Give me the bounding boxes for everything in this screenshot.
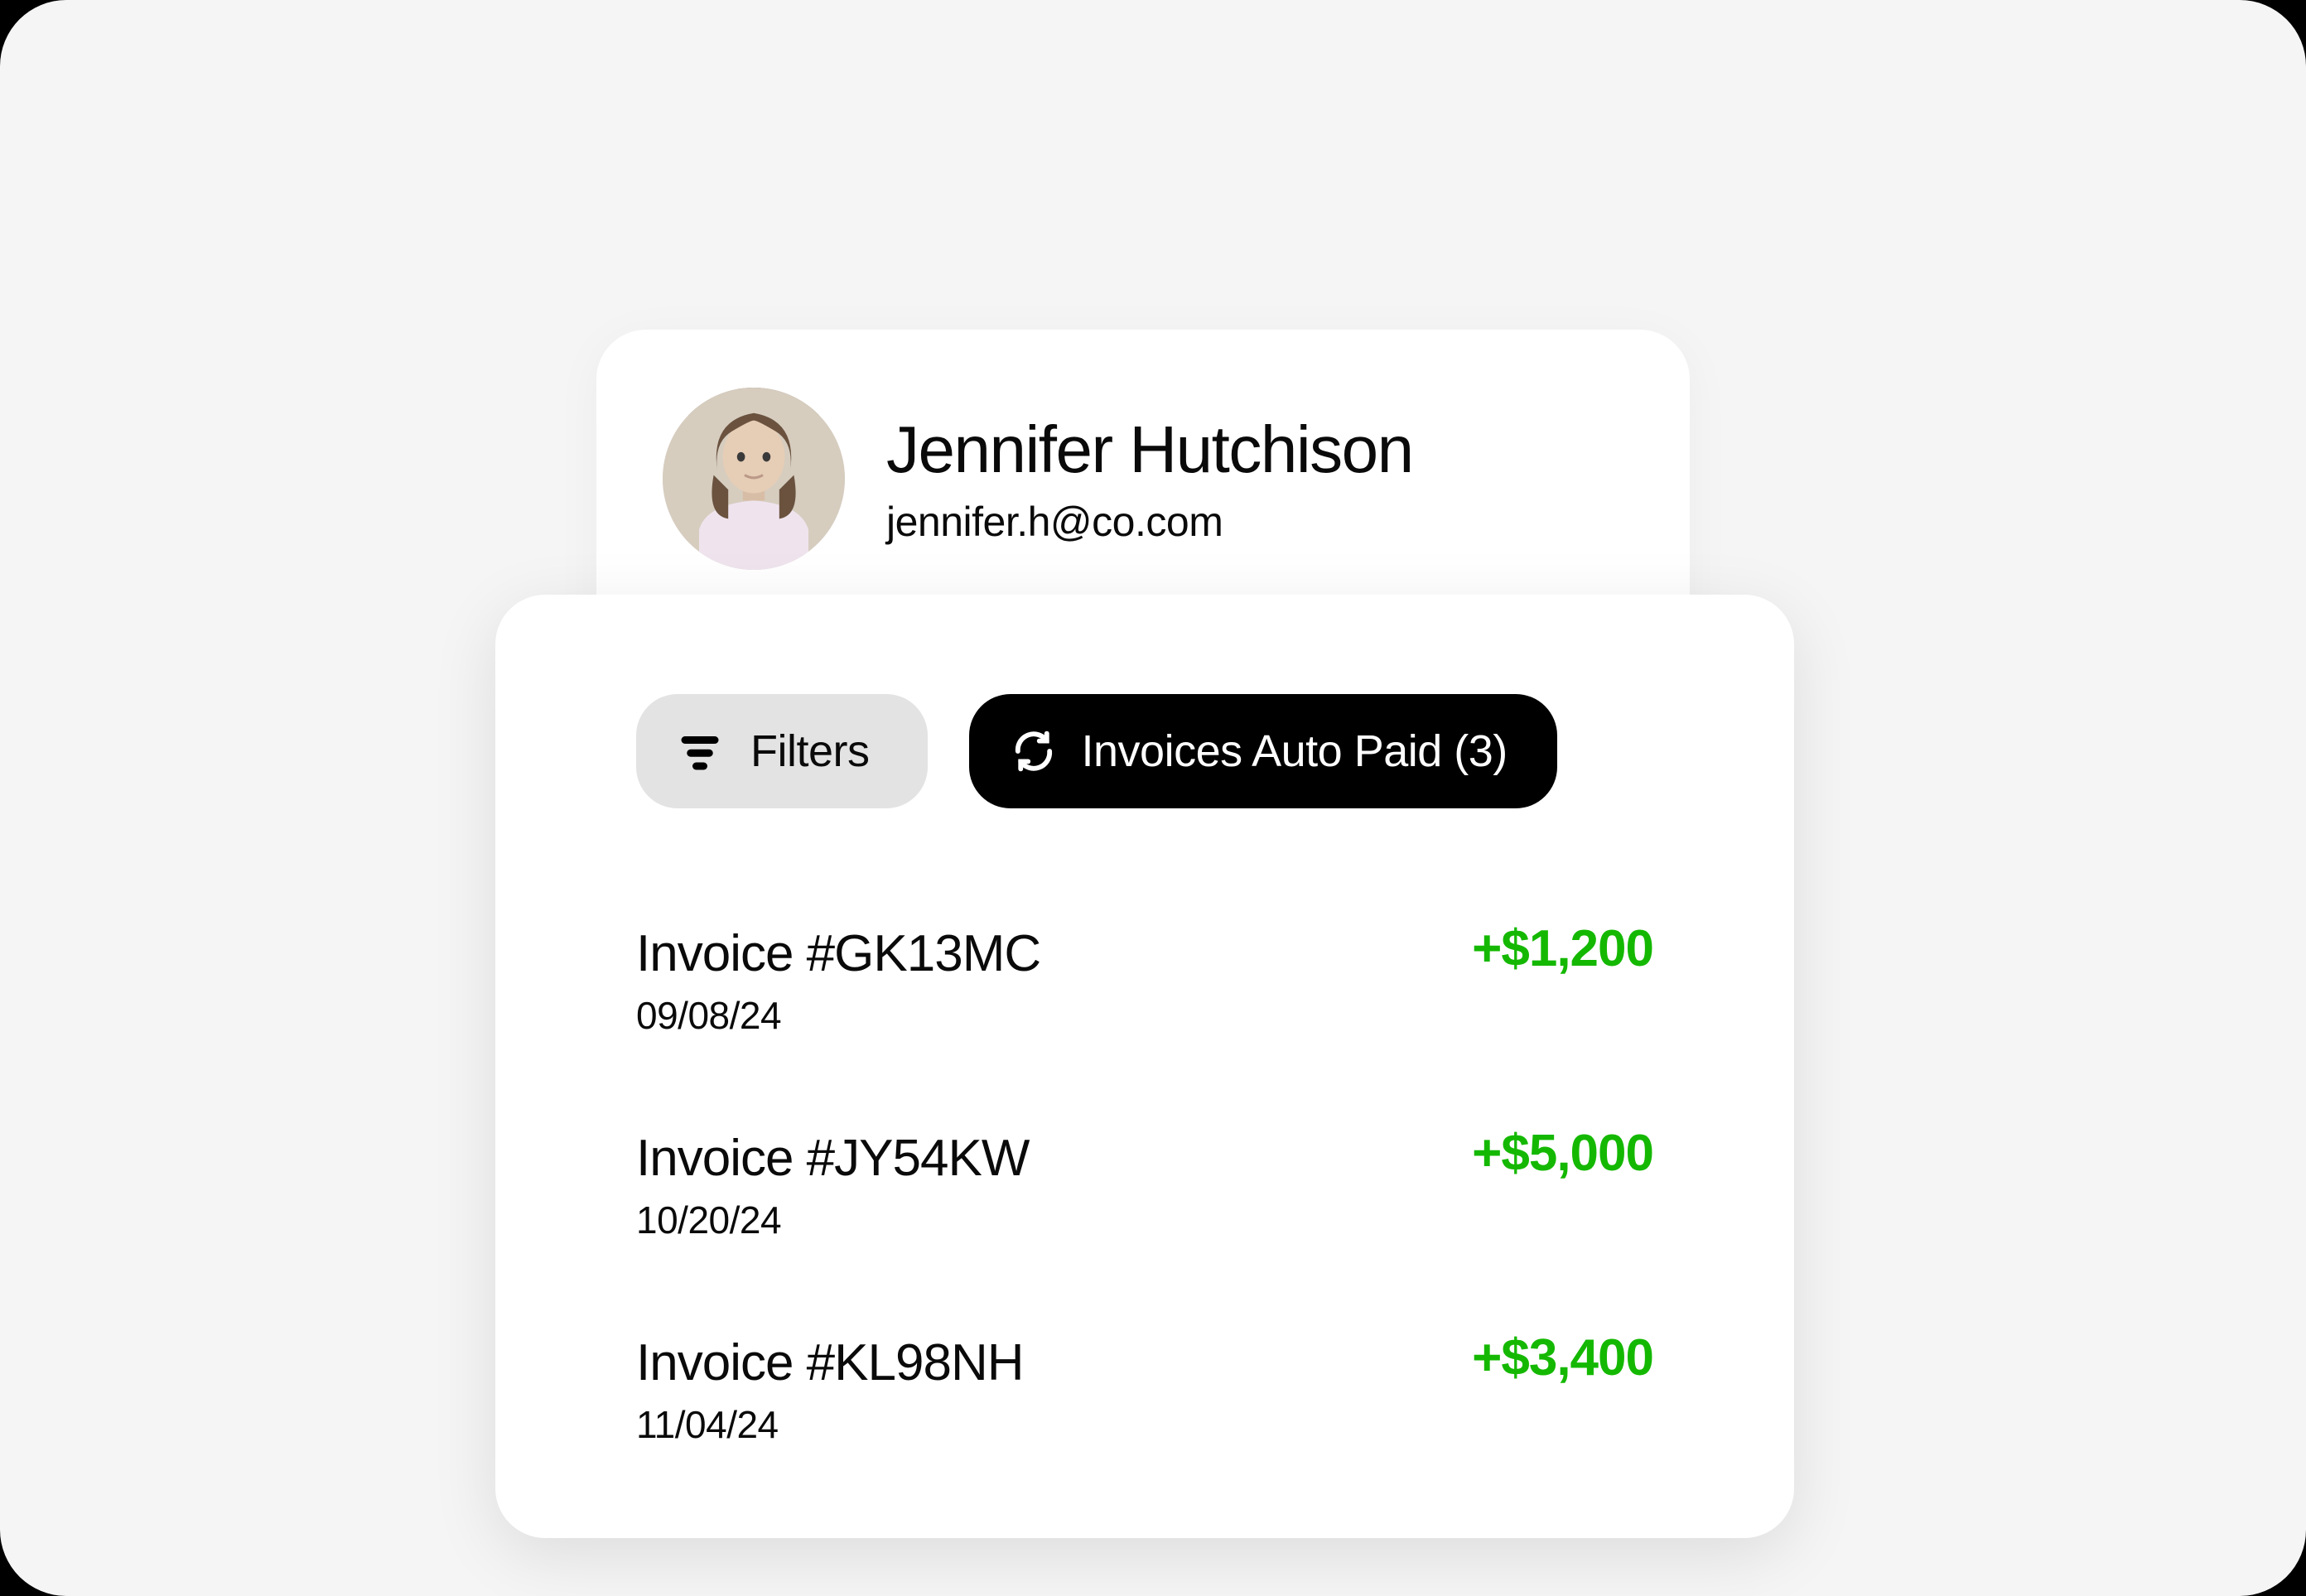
invoices-auto-paid-button[interactable]: Invoices Auto Paid (3) bbox=[969, 694, 1557, 808]
profile-text-block: Jennifer Hutchison jennifer.h@co.com bbox=[886, 412, 1413, 546]
filters-label: Filters bbox=[750, 726, 870, 777]
refresh-icon bbox=[1011, 728, 1057, 774]
invoice-date: 09/08/24 bbox=[636, 993, 1040, 1038]
invoice-date: 11/04/24 bbox=[636, 1402, 1024, 1447]
invoice-row[interactable]: Invoice #KL98NH 11/04/24 +$3,400 bbox=[636, 1333, 1653, 1447]
invoice-card: Filters Invoices Auto Paid (3) Invoice #… bbox=[495, 595, 1794, 1538]
invoice-title: Invoice #JY54KW bbox=[636, 1129, 1029, 1188]
profile-email: jennifer.h@co.com bbox=[886, 498, 1413, 546]
filters-button[interactable]: Filters bbox=[636, 694, 928, 808]
invoice-amount: +$1,200 bbox=[1472, 919, 1653, 978]
invoice-row[interactable]: Invoice #GK13MC 09/08/24 +$1,200 bbox=[636, 924, 1653, 1038]
invoice-info: Invoice #JY54KW 10/20/24 bbox=[636, 1129, 1029, 1242]
invoices-auto-paid-label: Invoices Auto Paid (3) bbox=[1082, 726, 1508, 777]
profile-name: Jennifer Hutchison bbox=[886, 412, 1413, 488]
invoice-title: Invoice #KL98NH bbox=[636, 1333, 1024, 1392]
invoice-amount: +$3,400 bbox=[1472, 1328, 1653, 1387]
invoice-date: 10/20/24 bbox=[636, 1198, 1029, 1242]
app-canvas: Jennifer Hutchison jennifer.h@co.com Fil… bbox=[0, 0, 2306, 1596]
avatar bbox=[663, 388, 845, 570]
controls-row: Filters Invoices Auto Paid (3) bbox=[636, 694, 1653, 808]
filter-icon bbox=[678, 729, 722, 774]
invoice-info: Invoice #KL98NH 11/04/24 bbox=[636, 1333, 1024, 1447]
invoice-title: Invoice #GK13MC bbox=[636, 924, 1040, 983]
invoice-row[interactable]: Invoice #JY54KW 10/20/24 +$5,000 bbox=[636, 1129, 1653, 1242]
invoice-info: Invoice #GK13MC 09/08/24 bbox=[636, 924, 1040, 1038]
invoice-amount: +$5,000 bbox=[1472, 1124, 1653, 1183]
